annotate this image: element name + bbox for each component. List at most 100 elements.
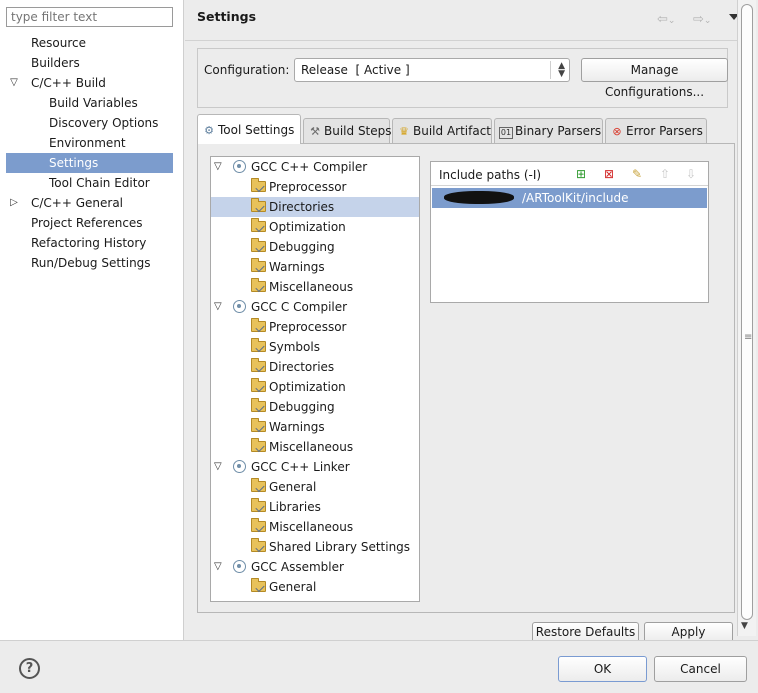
tree-item-label: Miscellaneous (269, 280, 354, 294)
tree-item-assembler-general[interactable]: General (211, 577, 419, 597)
tree-item-linker-miscellaneous[interactable]: Miscellaneous (211, 517, 419, 537)
tool-settings-tree[interactable]: ▽ GCC C++ Compiler Preprocessor Director… (210, 156, 420, 602)
tree-group-gcc-c-compiler[interactable]: ▽ GCC C Compiler (211, 297, 419, 317)
redaction-mark (444, 191, 514, 204)
add-path-icon[interactable]: ⊞ (574, 167, 588, 181)
tree-item-cpp-miscellaneous[interactable]: Miscellaneous (211, 277, 419, 297)
include-path-item[interactable]: /ARToolKit/include (432, 188, 707, 208)
tree-item-c-optimization[interactable]: Optimization (211, 377, 419, 397)
nav-item-tool-chain-editor[interactable]: Tool Chain Editor (6, 173, 173, 193)
nav-item-discovery-options[interactable]: Discovery Options (6, 113, 173, 133)
vertical-scrollbar[interactable]: ≡ ▼ (737, 0, 756, 636)
expand-arrow-icon[interactable]: ▽ (214, 297, 222, 317)
nav-item-environment[interactable]: Environment (6, 133, 173, 153)
tree-item-label: Warnings (269, 420, 325, 434)
tree-group-label: GCC Assembler (251, 560, 344, 574)
delete-path-icon[interactable]: ⊠ (602, 167, 616, 181)
tree-item-cpp-warnings[interactable]: Warnings (211, 257, 419, 277)
scrollbar-thumb[interactable]: ≡ (741, 4, 753, 620)
include-paths-title: Include paths (-I) (439, 168, 542, 182)
expand-arrow-icon[interactable]: ▽ (214, 157, 222, 177)
tree-item-label: Miscellaneous (269, 440, 354, 454)
edit-path-icon[interactable]: ✎ (630, 167, 644, 181)
nav-item-refactoring-history[interactable]: Refactoring History (6, 233, 173, 253)
tree-item-cpp-debugging[interactable]: Debugging (211, 237, 419, 257)
tree-item-cpp-directories[interactable]: Directories (211, 197, 419, 217)
tree-item-linker-shared-library-settings[interactable]: Shared Library Settings (211, 537, 419, 557)
nav-item-label: C/C++ Build (31, 76, 106, 90)
tool-gear-icon (233, 460, 246, 473)
tab-build-steps[interactable]: ⚒ Build Steps (303, 118, 392, 143)
expand-arrow-icon[interactable]: ▽ (8, 73, 20, 93)
settings-folder-icon (251, 198, 266, 212)
tree-item-label: Directories (269, 200, 335, 214)
nav-item-resource[interactable]: Resource (6, 33, 173, 53)
forward-arrow-icon[interactable]: ⇨⌄ (693, 12, 711, 27)
cancel-button[interactable]: Cancel (654, 656, 747, 682)
help-icon[interactable]: ? (19, 658, 40, 679)
tree-item-c-warnings[interactable]: Warnings (211, 417, 419, 437)
tree-item-c-directories[interactable]: Directories (211, 357, 419, 377)
tree-item-c-miscellaneous[interactable]: Miscellaneous (211, 437, 419, 457)
settings-folder-icon (251, 418, 266, 432)
tab-build-artifact[interactable]: ♛ Build Artifact (392, 118, 492, 143)
page-title: Settings (197, 9, 257, 24)
tree-item-c-preprocessor[interactable]: Preprocessor (211, 317, 419, 337)
tree-item-label: Warnings (269, 260, 325, 274)
tree-item-linker-libraries[interactable]: Libraries (211, 497, 419, 517)
include-paths-list[interactable]: Include paths (-I) ⊞ ⊠ ✎ ⇧ ⇩ /ARToolKit/… (430, 161, 709, 303)
back-arrow-icon[interactable]: ⇦⌄ (657, 12, 675, 27)
tool-settings-panel: ▽ GCC C++ Compiler Preprocessor Director… (197, 143, 735, 613)
nav-item-settings[interactable]: Settings (6, 153, 173, 173)
tree-group-label: GCC C++ Linker (251, 460, 350, 474)
tree-item-label: Preprocessor (269, 180, 347, 194)
settings-folder-icon (251, 578, 266, 592)
tree-item-cpp-optimization[interactable]: Optimization (211, 217, 419, 237)
tree-item-linker-general[interactable]: General (211, 477, 419, 497)
configuration-select[interactable]: Release [ Active ] ▲ ▼ (294, 58, 570, 82)
tab-error-parsers[interactable]: ⊗ Error Parsers (605, 118, 707, 143)
tree-group-gcc-cpp-linker[interactable]: ▽ GCC C++ Linker (211, 457, 419, 477)
expand-arrow-icon[interactable]: ▽ (214, 557, 222, 577)
tree-item-label: General (269, 480, 317, 494)
tree-group-gcc-cpp-compiler[interactable]: ▽ GCC C++ Compiler (211, 157, 419, 177)
tree-item-label: Debugging (269, 240, 335, 254)
tree-group-gcc-assembler[interactable]: ▽ GCC Assembler (211, 557, 419, 577)
nav-item-build-variables[interactable]: Build Variables (6, 93, 173, 113)
tab-label: Binary Parsers (515, 124, 602, 138)
settings-page: Settings ⇦⌄ ⇨⌄ Configuration: Release [ … (185, 0, 758, 642)
settings-folder-icon (251, 218, 266, 232)
filter-input[interactable] (6, 7, 173, 27)
tab-tool-settings[interactable]: ⚙ Tool Settings (197, 114, 301, 144)
tree-item-label: Debugging (269, 400, 335, 414)
tree-item-label: Miscellaneous (269, 520, 354, 534)
scroll-down-arrow-icon[interactable]: ▼ (741, 621, 748, 631)
restore-defaults-button[interactable]: Restore Defaults (532, 622, 639, 642)
ok-button[interactable]: OK (558, 656, 647, 682)
settings-folder-icon (251, 338, 266, 352)
nav-item-cpp-build[interactable]: ▽ C/C++ Build (6, 73, 173, 93)
settings-folder-icon (251, 398, 266, 412)
manage-configurations-button[interactable]: Manage Configurations... (581, 58, 728, 99)
apply-button[interactable]: Apply (644, 622, 733, 642)
configuration-panel: Configuration: Release [ Active ] ▲ ▼ Man… (197, 48, 728, 108)
tab-label: Build Artifact (413, 124, 491, 138)
nav-item-run-debug-settings[interactable]: Run/Debug Settings (6, 253, 173, 273)
nav-item-label: Discovery Options (49, 116, 159, 130)
expand-arrow-icon[interactable]: ▽ (214, 457, 222, 477)
nav-item-label: Tool Chain Editor (49, 176, 150, 190)
tree-item-c-symbols[interactable]: Symbols (211, 337, 419, 357)
binary-parsers-icon: 01 (499, 127, 513, 139)
dialog-button-bar: ? OK Cancel (0, 640, 758, 693)
nav-item-project-references[interactable]: Project References (6, 213, 173, 233)
nav-item-builders[interactable]: Builders (6, 53, 173, 73)
tree-item-c-debugging[interactable]: Debugging (211, 397, 419, 417)
tab-binary-parsers[interactable]: 01 Binary Parsers (494, 118, 603, 143)
build-artifact-icon: ♛ (399, 125, 409, 138)
collapse-arrow-icon[interactable]: ▷ (8, 193, 20, 213)
tree-item-label: Directories (269, 360, 335, 374)
move-up-icon[interactable]: ⇧ (658, 167, 672, 181)
move-down-icon[interactable]: ⇩ (684, 167, 698, 181)
nav-item-cpp-general[interactable]: ▷ C/C++ General (6, 193, 173, 213)
tree-item-cpp-preprocessor[interactable]: Preprocessor (211, 177, 419, 197)
